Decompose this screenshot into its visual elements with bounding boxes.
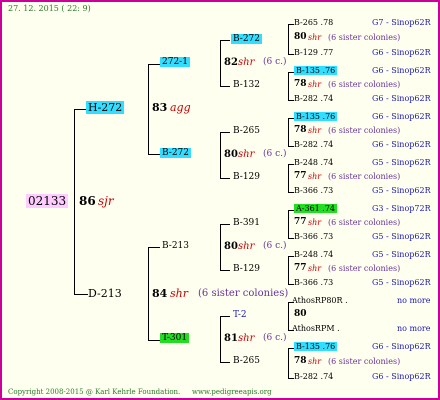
gen4-7-top: AthosRP80R .	[292, 296, 348, 305]
gen4-1-mid-score: 80	[294, 32, 307, 42]
gen2-label-4: T-301	[160, 333, 190, 343]
gen1-bottom-race: shr	[170, 287, 188, 300]
gen4-3-mid-score: 78	[294, 125, 307, 135]
pedigree-frame: 27. 12. 2015 ( 22: 9) 02133 86 sjr H-272…	[0, 0, 440, 400]
gen4-7-mid-score: 80	[294, 309, 307, 319]
gen3-label-8: B-265	[233, 356, 260, 366]
gen4-8-bot: B-282 .74	[294, 372, 334, 381]
gen4-1-bot-right: G6 - Sinop62R	[372, 48, 431, 57]
gen2-note-2: (6 c.)	[263, 149, 287, 159]
gen4-3-bot-right: G6 - Sinop62R	[372, 140, 431, 149]
gen4-7-bot-right: no more	[397, 324, 431, 333]
gen2-race-3: shr	[238, 241, 255, 252]
root-race: sjr	[98, 194, 114, 208]
gen4-8-mid-score: 78	[294, 356, 307, 366]
gen2-score-3: 80	[224, 241, 238, 252]
gen4-2-mid-score: 78	[294, 79, 307, 89]
gen2-race-4: shr	[238, 333, 255, 344]
gen4-5-top-right: G3 - Sinop72R	[372, 204, 431, 213]
gen3-label-4: B-129	[233, 172, 260, 182]
gen4-5-bot: B-366 .73	[294, 232, 334, 241]
gen4-5-mid-note: (6 sister colonies)	[328, 218, 401, 227]
gen4-6-mid-note: (6 sister colonies)	[328, 264, 401, 273]
gen4-6-top-right: G5 - Sinop62R	[372, 250, 431, 259]
gen3-label-3: B-265	[233, 126, 260, 136]
gen2-label-2: B-272	[160, 148, 191, 158]
footer-copyright: Copyright 2008-2015 @ Karl Kehrle Founda…	[8, 388, 181, 396]
gen2-note-3: (6 c.)	[263, 241, 287, 251]
gen4-5-top: A-361 .74	[294, 204, 338, 213]
gen4-2-mid-race: shr	[308, 80, 322, 89]
gen4-1-mid-race: shr	[308, 33, 322, 42]
root-bracket	[74, 109, 75, 294]
gen2-score-1: 82	[224, 57, 238, 68]
gen2-race-1: shr	[238, 57, 255, 68]
root-id: 02133	[26, 194, 69, 208]
gen4-5-mid-score: 77	[294, 217, 307, 227]
gen2-label-3: B-213	[162, 241, 189, 251]
gen4-1-bot: B-129 .77	[294, 48, 334, 57]
gen4-8-mid-note: (6 sister colonies)	[328, 357, 401, 366]
root-score: 86	[79, 194, 96, 208]
gen3-label-2: B-132	[233, 80, 260, 90]
gen2-score-4: 81	[224, 333, 238, 344]
gen4-4-mid-race: shr	[308, 172, 322, 181]
gen3-label-1: B-272	[231, 34, 262, 44]
gen4-2-bot-right: G6 - Sinop62R	[372, 94, 431, 103]
gen4-7-top-right: no more	[397, 296, 431, 305]
gen4-2-top: B-135 .76	[294, 66, 338, 75]
gen4-1-top: B-265 .78	[294, 18, 334, 27]
gen4-7-bot: AthosRPM .	[292, 324, 340, 333]
gen4-6-top: B-248 .74	[294, 250, 334, 259]
gen4-6-mid-score: 77	[294, 263, 307, 273]
gen4-4-top: B-248 .74	[294, 158, 334, 167]
gen1-bottom-label: D-213	[88, 287, 122, 300]
gen3-label-5: B-391	[233, 218, 260, 228]
gen4-8-bot-right: G6 - Sinop62R	[372, 372, 431, 381]
gen4-4-bot: B-366 .73	[294, 186, 334, 195]
gen4-5-mid-race: shr	[308, 218, 322, 227]
gen4-4-bot-right: G5 - Sinop62R	[372, 186, 431, 195]
gen4-3-mid-race: shr	[308, 126, 322, 135]
gen2-note-4: (6 c.)	[263, 333, 287, 343]
gen1-bottom-score: 84	[152, 287, 168, 300]
footer-url[interactable]: www.pedigreeapis.org	[192, 388, 272, 396]
gen4-1-mid-note: (6 sister colonies)	[328, 33, 401, 42]
gen4-4-mid-score: 77	[294, 171, 307, 181]
watermark	[72, 22, 81, 55]
gen3-label-7: T-2	[233, 310, 247, 320]
gen2-note-1: (6 c.)	[263, 57, 287, 67]
gen4-2-top-right: G6 - Sinop62R	[372, 66, 431, 75]
gen2-race-2: shr	[238, 149, 255, 160]
gen4-8-mid-race: shr	[308, 357, 322, 366]
gen4-3-top: B-135 .76	[294, 112, 338, 121]
gen4-4-top-right: G5 - Sinop62R	[372, 158, 431, 167]
gen1-top-score: 83	[152, 101, 168, 114]
gen1-top-label: H-272	[86, 101, 125, 114]
gen4-1-top-right: G7 - Sinop62R	[372, 18, 431, 27]
gen1-bottom-note: (6 sister colonies)	[198, 288, 289, 299]
gen4-3-mid-note: (6 sister colonies)	[328, 126, 401, 135]
gen4-6-mid-race: shr	[308, 264, 322, 273]
gen2-label-1: 272-1	[160, 57, 190, 67]
gen4-4-mid-note: (6 sister colonies)	[328, 172, 401, 181]
header-date: 27. 12. 2015 ( 22: 9)	[8, 4, 91, 13]
gen4-5-bot-right: G5 - Sinop62R	[372, 232, 431, 241]
gen1-top-race: agg	[170, 101, 191, 114]
gen4-3-bot: B-282 .74	[294, 140, 334, 149]
gen4-2-bot: B-282 .74	[294, 94, 334, 103]
gen4-8-top: B-135 .76	[294, 342, 338, 351]
gen3-label-6: B-129	[233, 264, 260, 274]
gen4-2-mid-note: (6 sister colonies)	[328, 80, 401, 89]
gen4-6-bot: B-366 .73	[294, 278, 334, 287]
gen2-score-2: 80	[224, 149, 238, 160]
gen4-6-bot-right: G5 - Sinop62R	[372, 278, 431, 287]
gen4-3-top-right: G6 - Sinop62R	[372, 112, 431, 121]
gen4-8-top-right: G6 - Sinop62R	[372, 342, 431, 351]
